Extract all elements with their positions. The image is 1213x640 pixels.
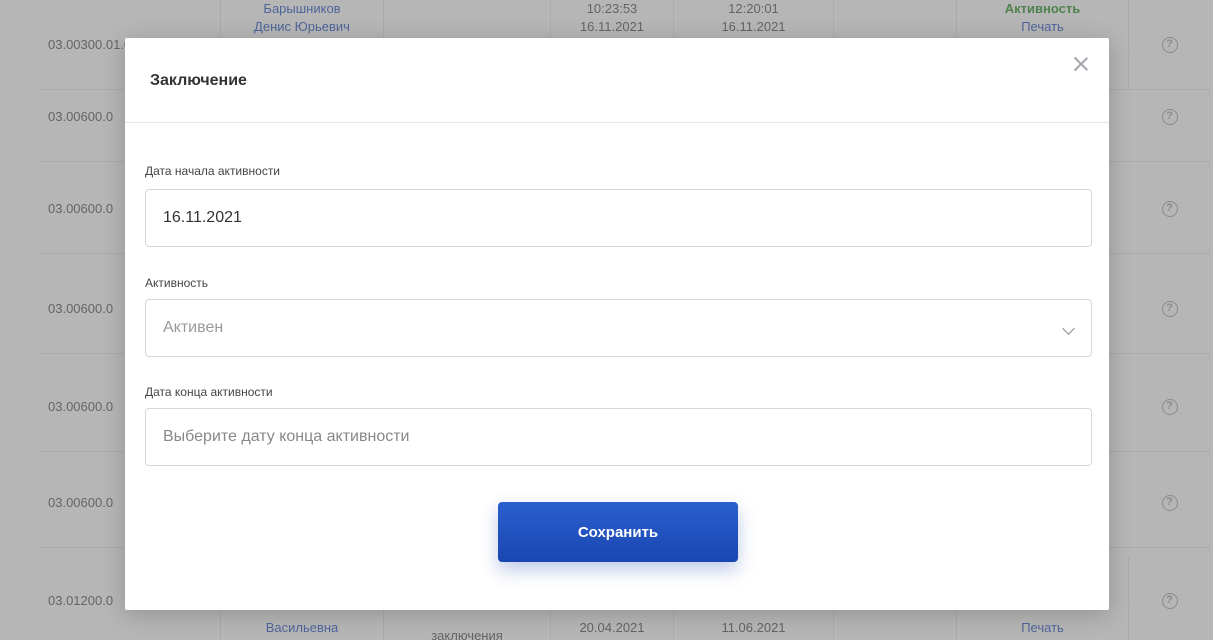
end-date-label: Дата конца активности <box>145 385 273 399</box>
end-date-input[interactable] <box>146 409 1091 465</box>
activity-select-value: Активен <box>163 319 224 336</box>
end-date-field[interactable] <box>145 408 1092 466</box>
start-date-input[interactable] <box>146 190 1091 246</box>
conclusion-modal: Заключение Дата начала активности Активн… <box>125 38 1109 610</box>
modal-title: Заключение <box>150 72 247 89</box>
close-icon[interactable] <box>1071 54 1091 74</box>
activity-select[interactable]: Активен <box>145 299 1092 357</box>
modal-header: Заключение <box>125 38 1109 123</box>
save-button[interactable]: Сохранить <box>498 502 738 562</box>
start-date-label: Дата начала активности <box>145 164 281 178</box>
chevron-down-icon[interactable] <box>1062 322 1075 335</box>
start-date-field[interactable] <box>145 189 1092 247</box>
activity-label: Активность <box>145 276 209 290</box>
